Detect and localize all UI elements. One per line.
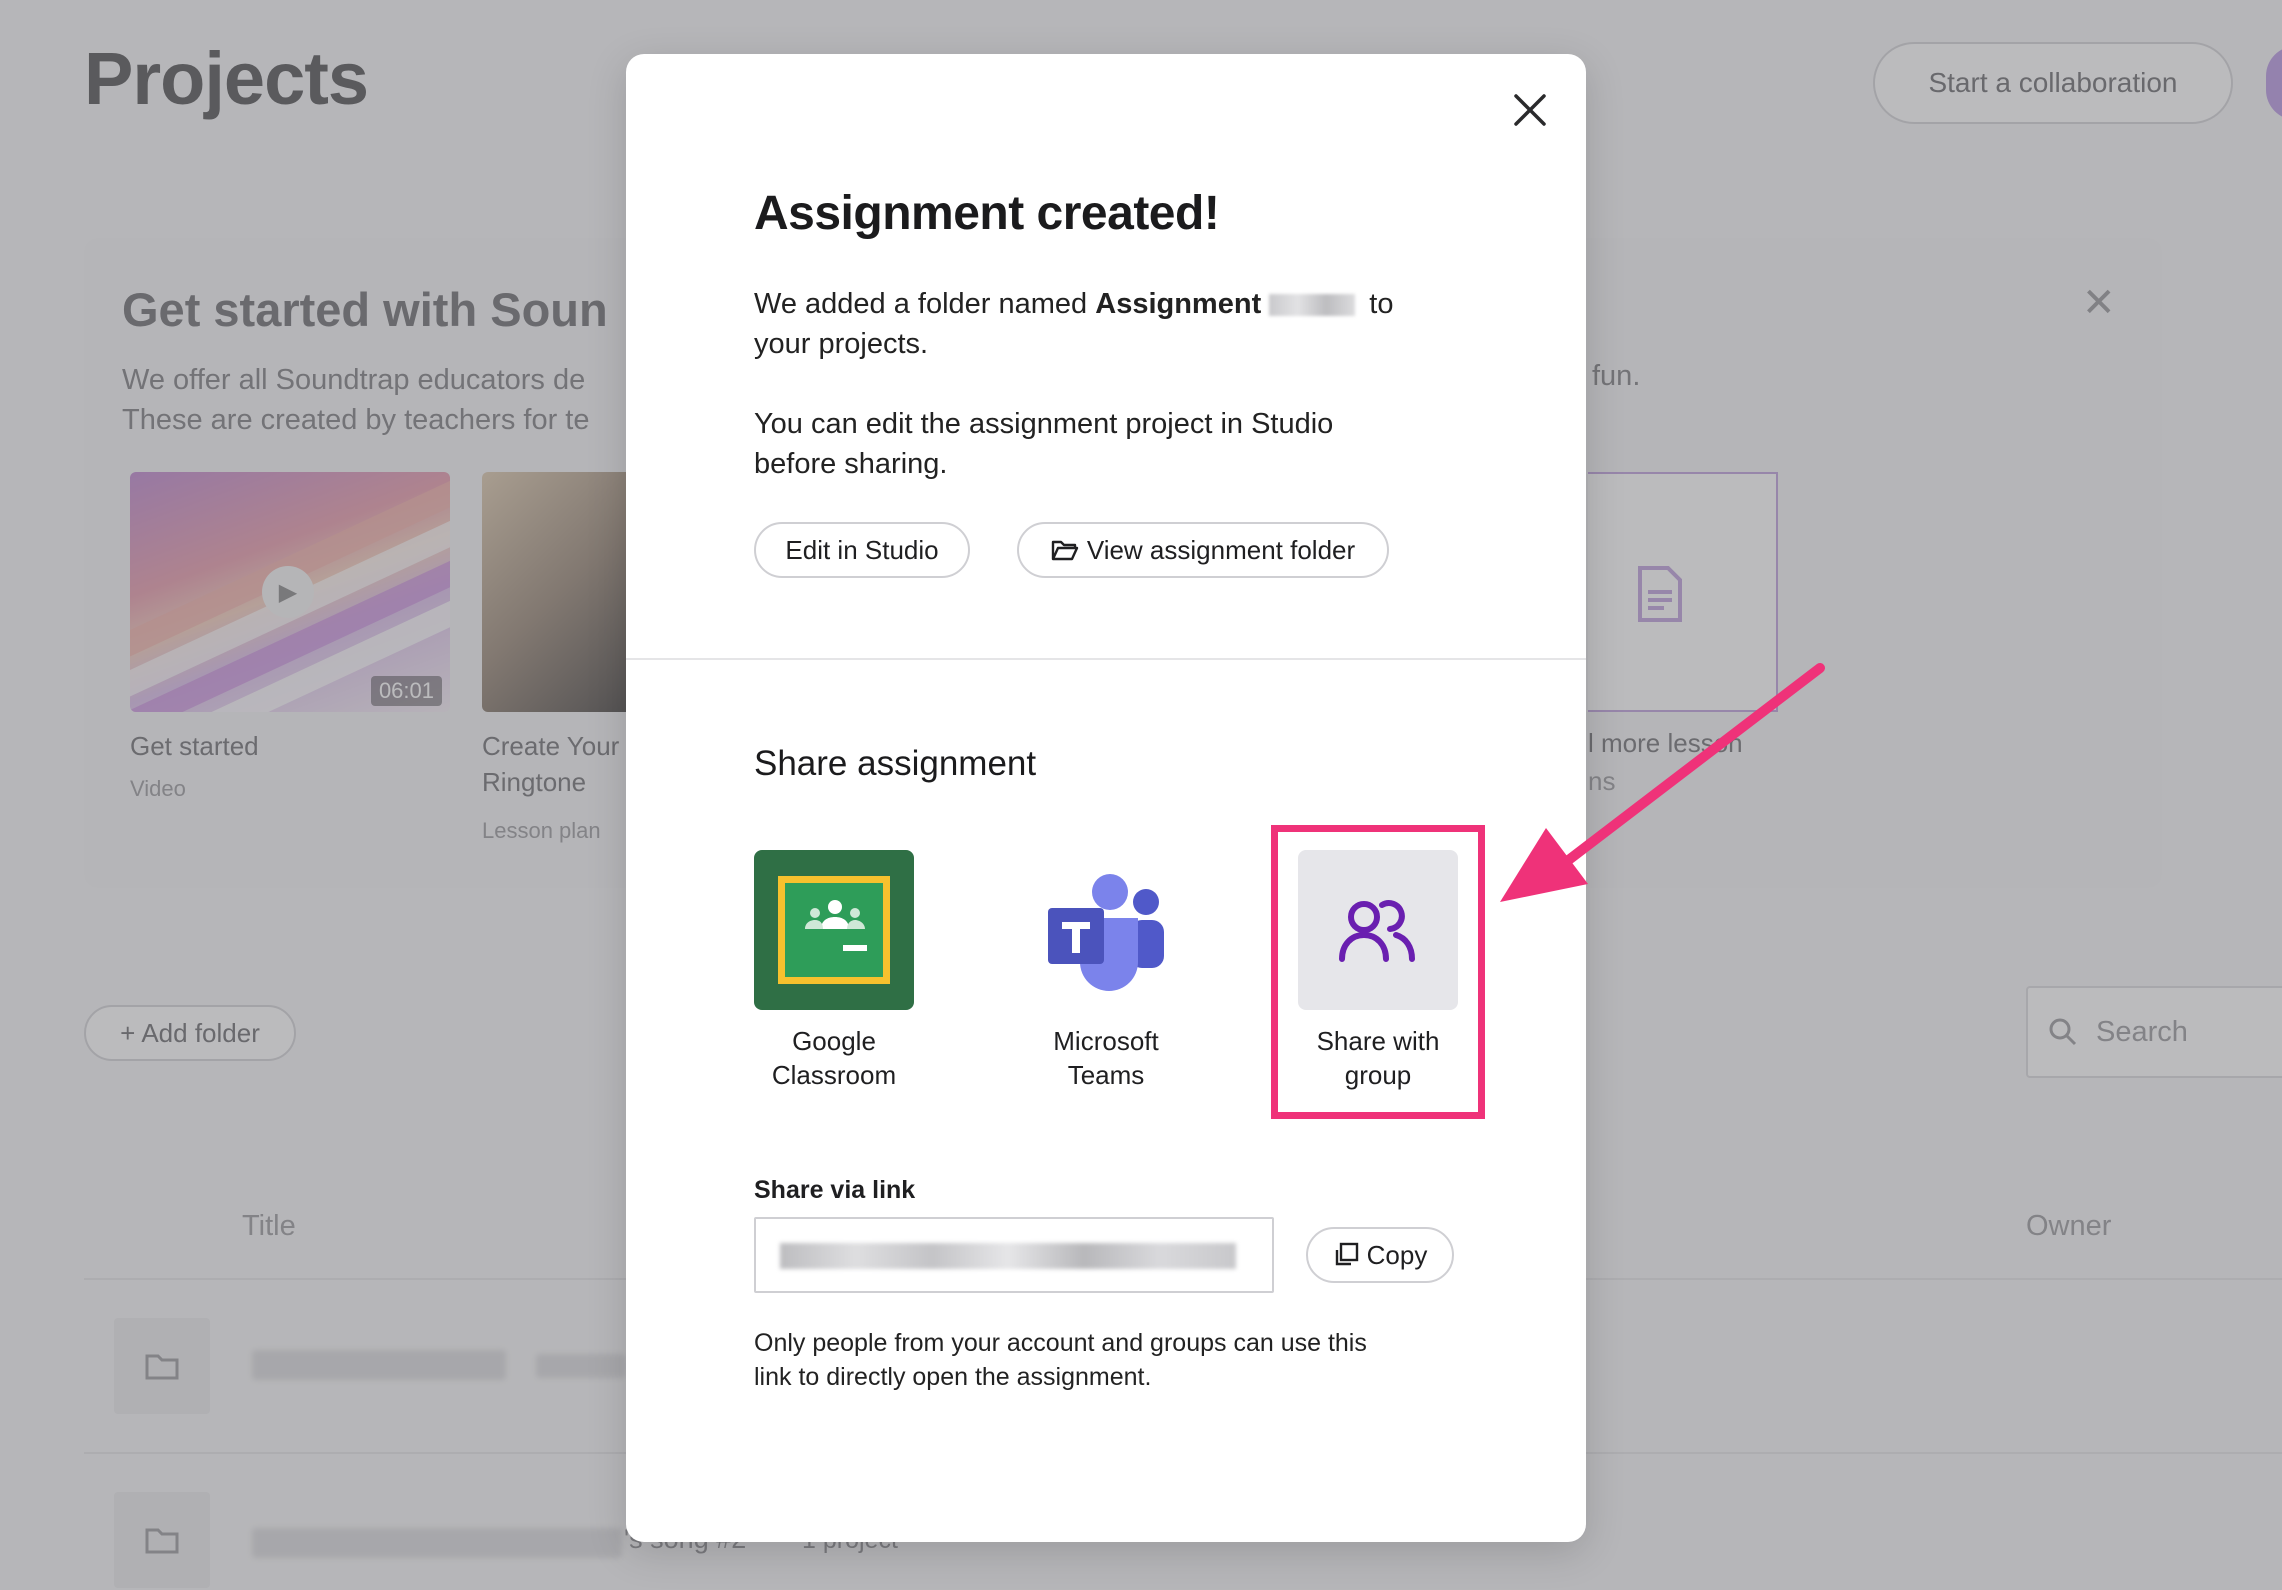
share-link-field[interactable]: [754, 1217, 1274, 1293]
google-classroom-icon[interactable]: [754, 850, 914, 1010]
share-link-label: Share via link: [754, 1176, 916, 1204]
copy-link-button[interactable]: Copy: [1306, 1227, 1454, 1283]
classroom-board: [778, 876, 890, 984]
close-icon[interactable]: [1508, 88, 1552, 132]
share-link-note: Only people from your account and groups…: [754, 1326, 1474, 1394]
edit-note: You can edit the assignment project in S…: [754, 404, 1474, 484]
option-label-line: Microsoft: [1053, 1026, 1159, 1056]
view-assignment-folder-label: View assignment folder: [1086, 534, 1356, 565]
dialog-description-line: We added a folder named Assignment to: [754, 284, 1474, 324]
option-label-line: Google: [792, 1026, 876, 1056]
description-prefix: We added a folder named: [754, 288, 1096, 320]
option-label-line: Teams: [1067, 1060, 1145, 1090]
dialog-description-line: your projects.: [754, 328, 929, 360]
redacted-link: [780, 1243, 1236, 1269]
description-suffix: to: [1361, 288, 1394, 320]
copy-label: Copy: [1366, 1239, 1428, 1270]
highlight-box: [1271, 825, 1485, 1119]
edit-in-studio-button[interactable]: Edit in Studio: [754, 522, 970, 578]
copy-icon: [1335, 1242, 1358, 1266]
note-line: link to directly open the assignment.: [754, 1363, 1152, 1391]
redacted-text: [1269, 294, 1356, 317]
microsoft-teams-label[interactable]: Microsoft Teams: [1006, 1024, 1206, 1092]
edit-note-line: before sharing.: [754, 448, 948, 480]
microsoft-teams-icon[interactable]: [1036, 850, 1176, 1010]
section-divider: [626, 658, 1586, 660]
note-line: Only people from your account and groups…: [754, 1329, 1367, 1357]
view-assignment-folder-button[interactable]: View assignment folder: [1017, 522, 1389, 578]
folder-name: Assignment: [1095, 288, 1262, 320]
dialog-title: Assignment created!: [754, 187, 1220, 240]
option-label-line: Classroom: [771, 1060, 897, 1090]
folder-open-icon: [1051, 540, 1079, 561]
share-section-title: Share assignment: [754, 744, 1037, 783]
classroom-people-icon: [805, 900, 867, 951]
edit-note-line: You can edit the assignment project in S…: [754, 408, 1334, 440]
dialog-description: We added a folder named Assignment to yo…: [754, 284, 1474, 364]
google-classroom-label[interactable]: Google Classroom: [734, 1024, 934, 1092]
pointer-arrow-icon: [1500, 663, 1825, 902]
assignment-created-dialog: [626, 54, 1586, 1542]
